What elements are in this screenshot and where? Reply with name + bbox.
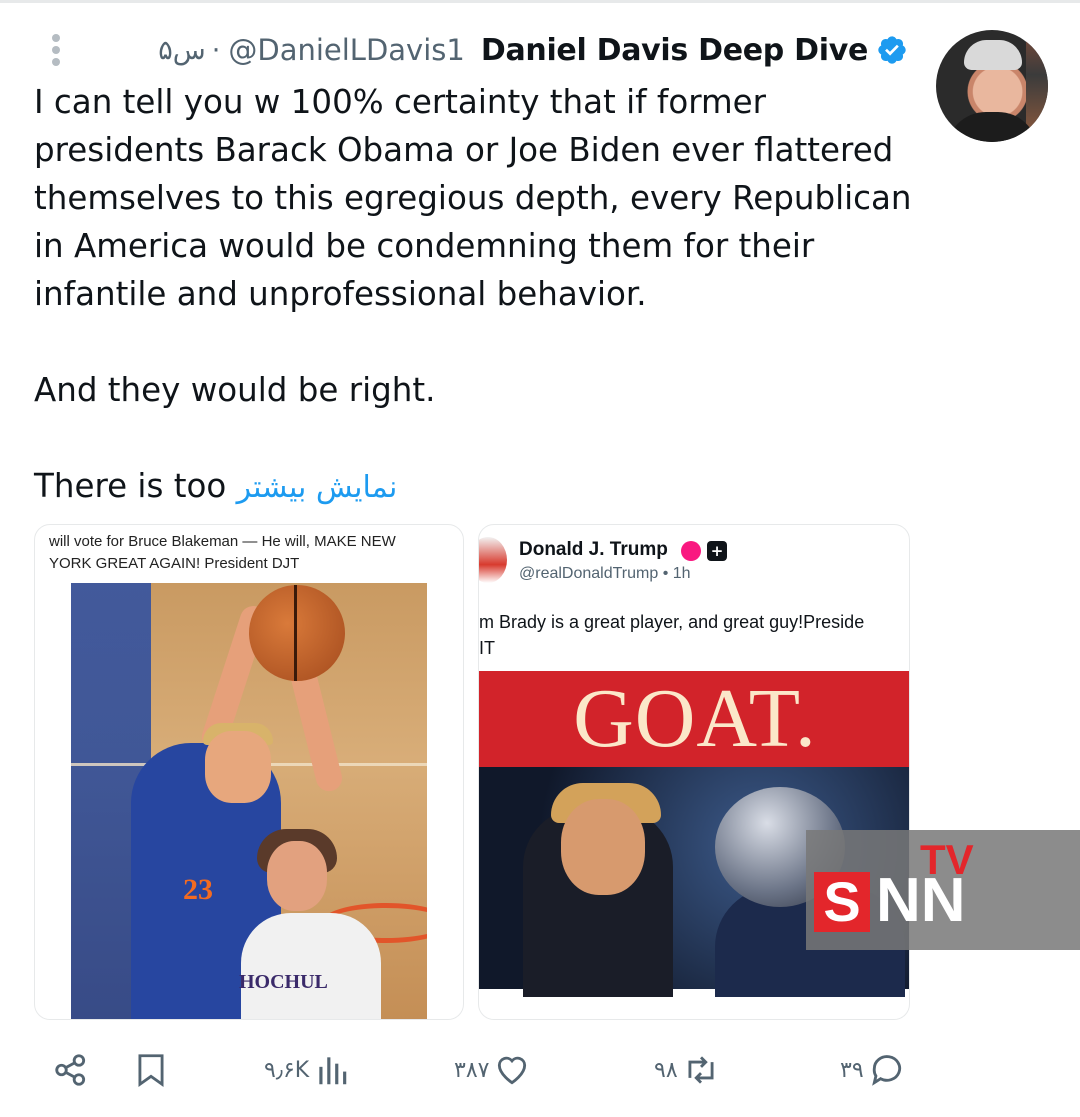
tweet-line: I can tell you w 100% certainty that if … (34, 83, 767, 121)
goat-banner: GOAT. (479, 671, 909, 767)
retweet-button[interactable]: ۹۸ (650, 1046, 720, 1094)
embedded-post-footer (479, 1001, 909, 1019)
tweet-line: themselves to this egregious depth, ever… (34, 179, 912, 217)
embedded-plus-icon: + (707, 541, 727, 561)
embedded-handle: @realDonaldTrump • 1h (519, 565, 691, 582)
tweet-line-truncated: There is too نمایش بیشتر (34, 467, 398, 505)
basketball (249, 585, 345, 681)
heart-icon (498, 1056, 527, 1085)
embedded-post-text: m Brady is a great player, and great guy… (479, 612, 865, 658)
likes-count: ۳۸۷ (454, 1057, 490, 1083)
show-more-link[interactable]: نمایش بیشتر (237, 470, 398, 505)
action-bar: ۹٫۶K ۳۸۷ ۹۸ ۳۹ (0, 1046, 1080, 1094)
share-icon[interactable] (52, 1046, 90, 1094)
retweet-icon (688, 1056, 714, 1084)
views-count: ۹٫۶K (264, 1057, 310, 1083)
basketball-photo: 23 HOCHUL (71, 583, 427, 1019)
embedded-verified-icon (681, 541, 701, 561)
tweet-line: And they would be right. (34, 371, 436, 409)
media-image-left[interactable]: will vote for Bruce Blakeman — He will, … (34, 524, 464, 1020)
verified-badge-icon (878, 36, 906, 64)
tweet-time[interactable]: ۵س (158, 35, 205, 66)
bookmark-icon[interactable] (132, 1046, 170, 1094)
replies-count: ۳۹ (840, 1057, 864, 1083)
jersey-text: HOCHUL (239, 971, 328, 993)
snn-watermark: TV S NN (806, 830, 1080, 950)
embedded-avatar (479, 537, 507, 583)
tweet-line: presidents Barack Obama or Joe Biden eve… (34, 131, 894, 169)
more-options-icon[interactable] (50, 34, 62, 70)
header-separator: · (211, 34, 221, 66)
user-handle[interactable]: @DanielLDavis1 (228, 33, 464, 67)
retweets-count: ۹۸ (654, 1057, 678, 1083)
tweet-header: ۵س · @DanielLDavis1 Daniel Davis Deep Di… (158, 28, 908, 72)
tweet-line: in America would be condemning them for … (34, 227, 815, 265)
display-name[interactable]: Daniel Davis Deep Dive (481, 33, 868, 68)
bar-chart-icon (319, 1057, 347, 1085)
tweet-line: infantile and unprofessional behavior. (34, 275, 647, 313)
reply-icon (871, 1055, 901, 1086)
tweet-body: I can tell you w 100% certainty that if … (34, 78, 914, 512)
top-divider (0, 0, 1080, 3)
avatar[interactable] (936, 30, 1048, 142)
embedded-display-name: Donald J. Trump (519, 539, 668, 560)
views-button[interactable]: ۹٫۶K (260, 1046, 351, 1094)
jersey-number: 23 (183, 873, 213, 906)
like-button[interactable]: ۳۸۷ (450, 1046, 531, 1094)
media-left-caption: will vote for Bruce Blakeman — He will, … (49, 533, 396, 572)
reply-button[interactable]: ۳۹ (836, 1046, 906, 1094)
